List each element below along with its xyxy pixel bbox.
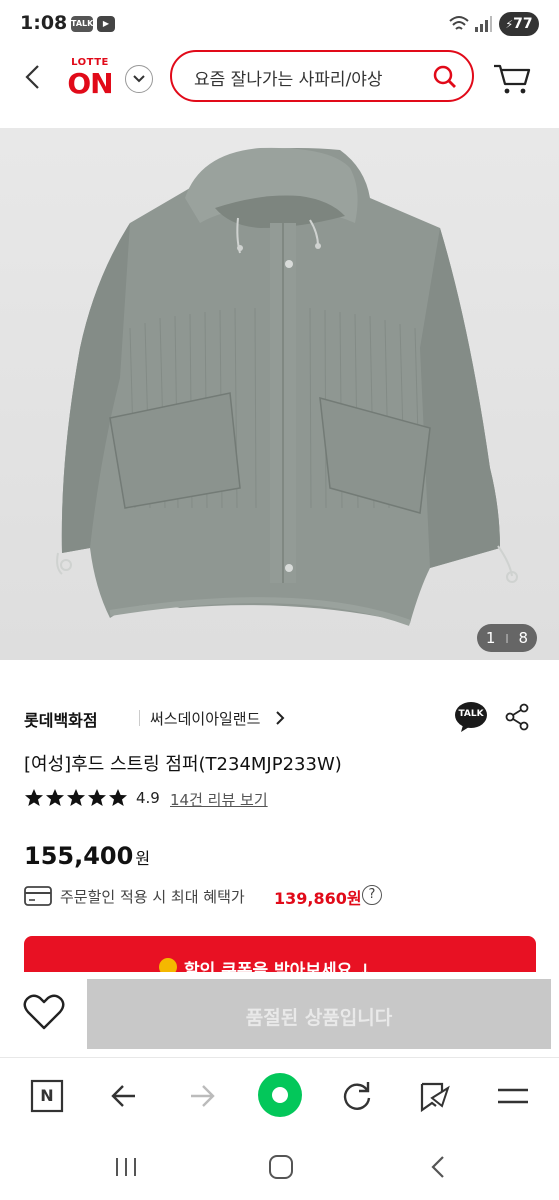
share-icon[interactable] bbox=[504, 703, 530, 731]
battery-level: 77 bbox=[513, 16, 533, 32]
chevron-right-icon bbox=[276, 711, 285, 725]
coupon-icon bbox=[159, 958, 177, 972]
benefit-label: 주문할인 적용 시 최대 혜택가 bbox=[60, 888, 245, 906]
mall-dropdown-button[interactable] bbox=[125, 65, 153, 93]
star-icon bbox=[67, 789, 85, 806]
soldout-button[interactable]: 품절된 상품입니다 bbox=[87, 979, 551, 1049]
recent-apps-icon[interactable] bbox=[110, 1152, 142, 1182]
naver-letter: N bbox=[40, 1086, 54, 1105]
android-nav-bar bbox=[0, 1134, 559, 1200]
star-icon bbox=[46, 789, 64, 806]
naver-home-button[interactable]: N bbox=[27, 1076, 67, 1116]
soldout-label: 품절된 상품입니다 bbox=[245, 1007, 393, 1029]
chevron-down-icon bbox=[133, 75, 145, 83]
brand-divider bbox=[139, 710, 140, 726]
status-bar: 1:08 TALK ▶ ⚡77 bbox=[0, 0, 559, 50]
credit-card-icon bbox=[24, 886, 52, 906]
browser-forward-icon[interactable] bbox=[183, 1076, 223, 1116]
app-header: LOTTE ON 요즘 잘나가는 사파리/야상 bbox=[0, 50, 559, 112]
reload-icon[interactable] bbox=[337, 1076, 377, 1116]
cart-icon[interactable] bbox=[492, 60, 532, 96]
talk-notification-icon: TALK bbox=[71, 16, 93, 32]
star-icon bbox=[25, 789, 43, 806]
search-input[interactable]: 요즘 잘나가는 사파리/야상 bbox=[170, 50, 474, 102]
gallery-page-indicator: 1 I 8 bbox=[477, 624, 537, 652]
battery-indicator: ⚡77 bbox=[499, 12, 539, 36]
help-icon[interactable]: ? bbox=[362, 885, 382, 905]
green-dot-icon[interactable] bbox=[257, 1072, 303, 1118]
coupon-label: 할인 쿠폰을 받아보세요 ↓ bbox=[184, 961, 373, 972]
browser-toolbar: N bbox=[0, 1058, 559, 1134]
coupon-download-button[interactable]: 할인 쿠폰을 받아보세요 ↓ bbox=[24, 936, 536, 972]
review-link[interactable]: 14건 리뷰 보기 bbox=[170, 789, 268, 810]
purchase-bar: 품절된 상품입니다 bbox=[0, 972, 559, 1058]
star-icon bbox=[109, 789, 127, 806]
store-name[interactable]: 롯데백화점 bbox=[24, 707, 98, 731]
search-icon[interactable] bbox=[432, 64, 458, 90]
benefit-price: 139,860원 bbox=[274, 889, 362, 908]
rating-value: 4.9 bbox=[136, 789, 160, 807]
product-title: [여성]후드 스트링 점퍼(T234MJP233W) bbox=[24, 754, 342, 775]
price-value: 155,400 bbox=[24, 842, 134, 870]
product-image-gallery[interactable]: 1 I 8 bbox=[0, 128, 559, 660]
system-back-icon[interactable] bbox=[423, 1152, 455, 1182]
rating-row: 4.9 14건 리뷰 보기 bbox=[24, 788, 424, 812]
kakao-talk-share-button[interactable]: TALK bbox=[454, 701, 488, 733]
signal-icon bbox=[475, 16, 492, 32]
youtube-notification-icon: ▶ bbox=[97, 16, 115, 32]
heart-icon[interactable] bbox=[22, 992, 66, 1032]
logo-main-text: ON bbox=[67, 67, 113, 100]
home-icon[interactable] bbox=[265, 1152, 297, 1182]
bookmark-share-icon[interactable] bbox=[414, 1076, 454, 1116]
gallery-current: 1 bbox=[485, 629, 496, 647]
product-photo bbox=[56, 147, 518, 626]
status-time: 1:08 bbox=[20, 12, 68, 34]
menu-icon[interactable] bbox=[493, 1076, 533, 1116]
price-unit: 원 bbox=[135, 849, 151, 868]
browser-back-icon[interactable] bbox=[105, 1076, 145, 1116]
back-arrow-icon[interactable] bbox=[18, 62, 48, 92]
brand-name-link[interactable]: 써스데이아일랜드 bbox=[150, 708, 260, 729]
gallery-separator: I bbox=[505, 632, 509, 646]
lotte-on-logo[interactable]: LOTTE ON bbox=[66, 57, 114, 100]
search-placeholder: 요즘 잘나가는 사파리/야상 bbox=[194, 70, 383, 90]
price-row: 155,400 원 bbox=[24, 842, 150, 876]
benefit-row: 주문할인 적용 시 최대 혜택가 139,860원 ? bbox=[24, 883, 524, 909]
gallery-total: 8 bbox=[518, 629, 529, 647]
talk-label: TALK bbox=[458, 709, 484, 719]
wifi-icon bbox=[449, 16, 469, 30]
star-icon bbox=[88, 789, 106, 806]
